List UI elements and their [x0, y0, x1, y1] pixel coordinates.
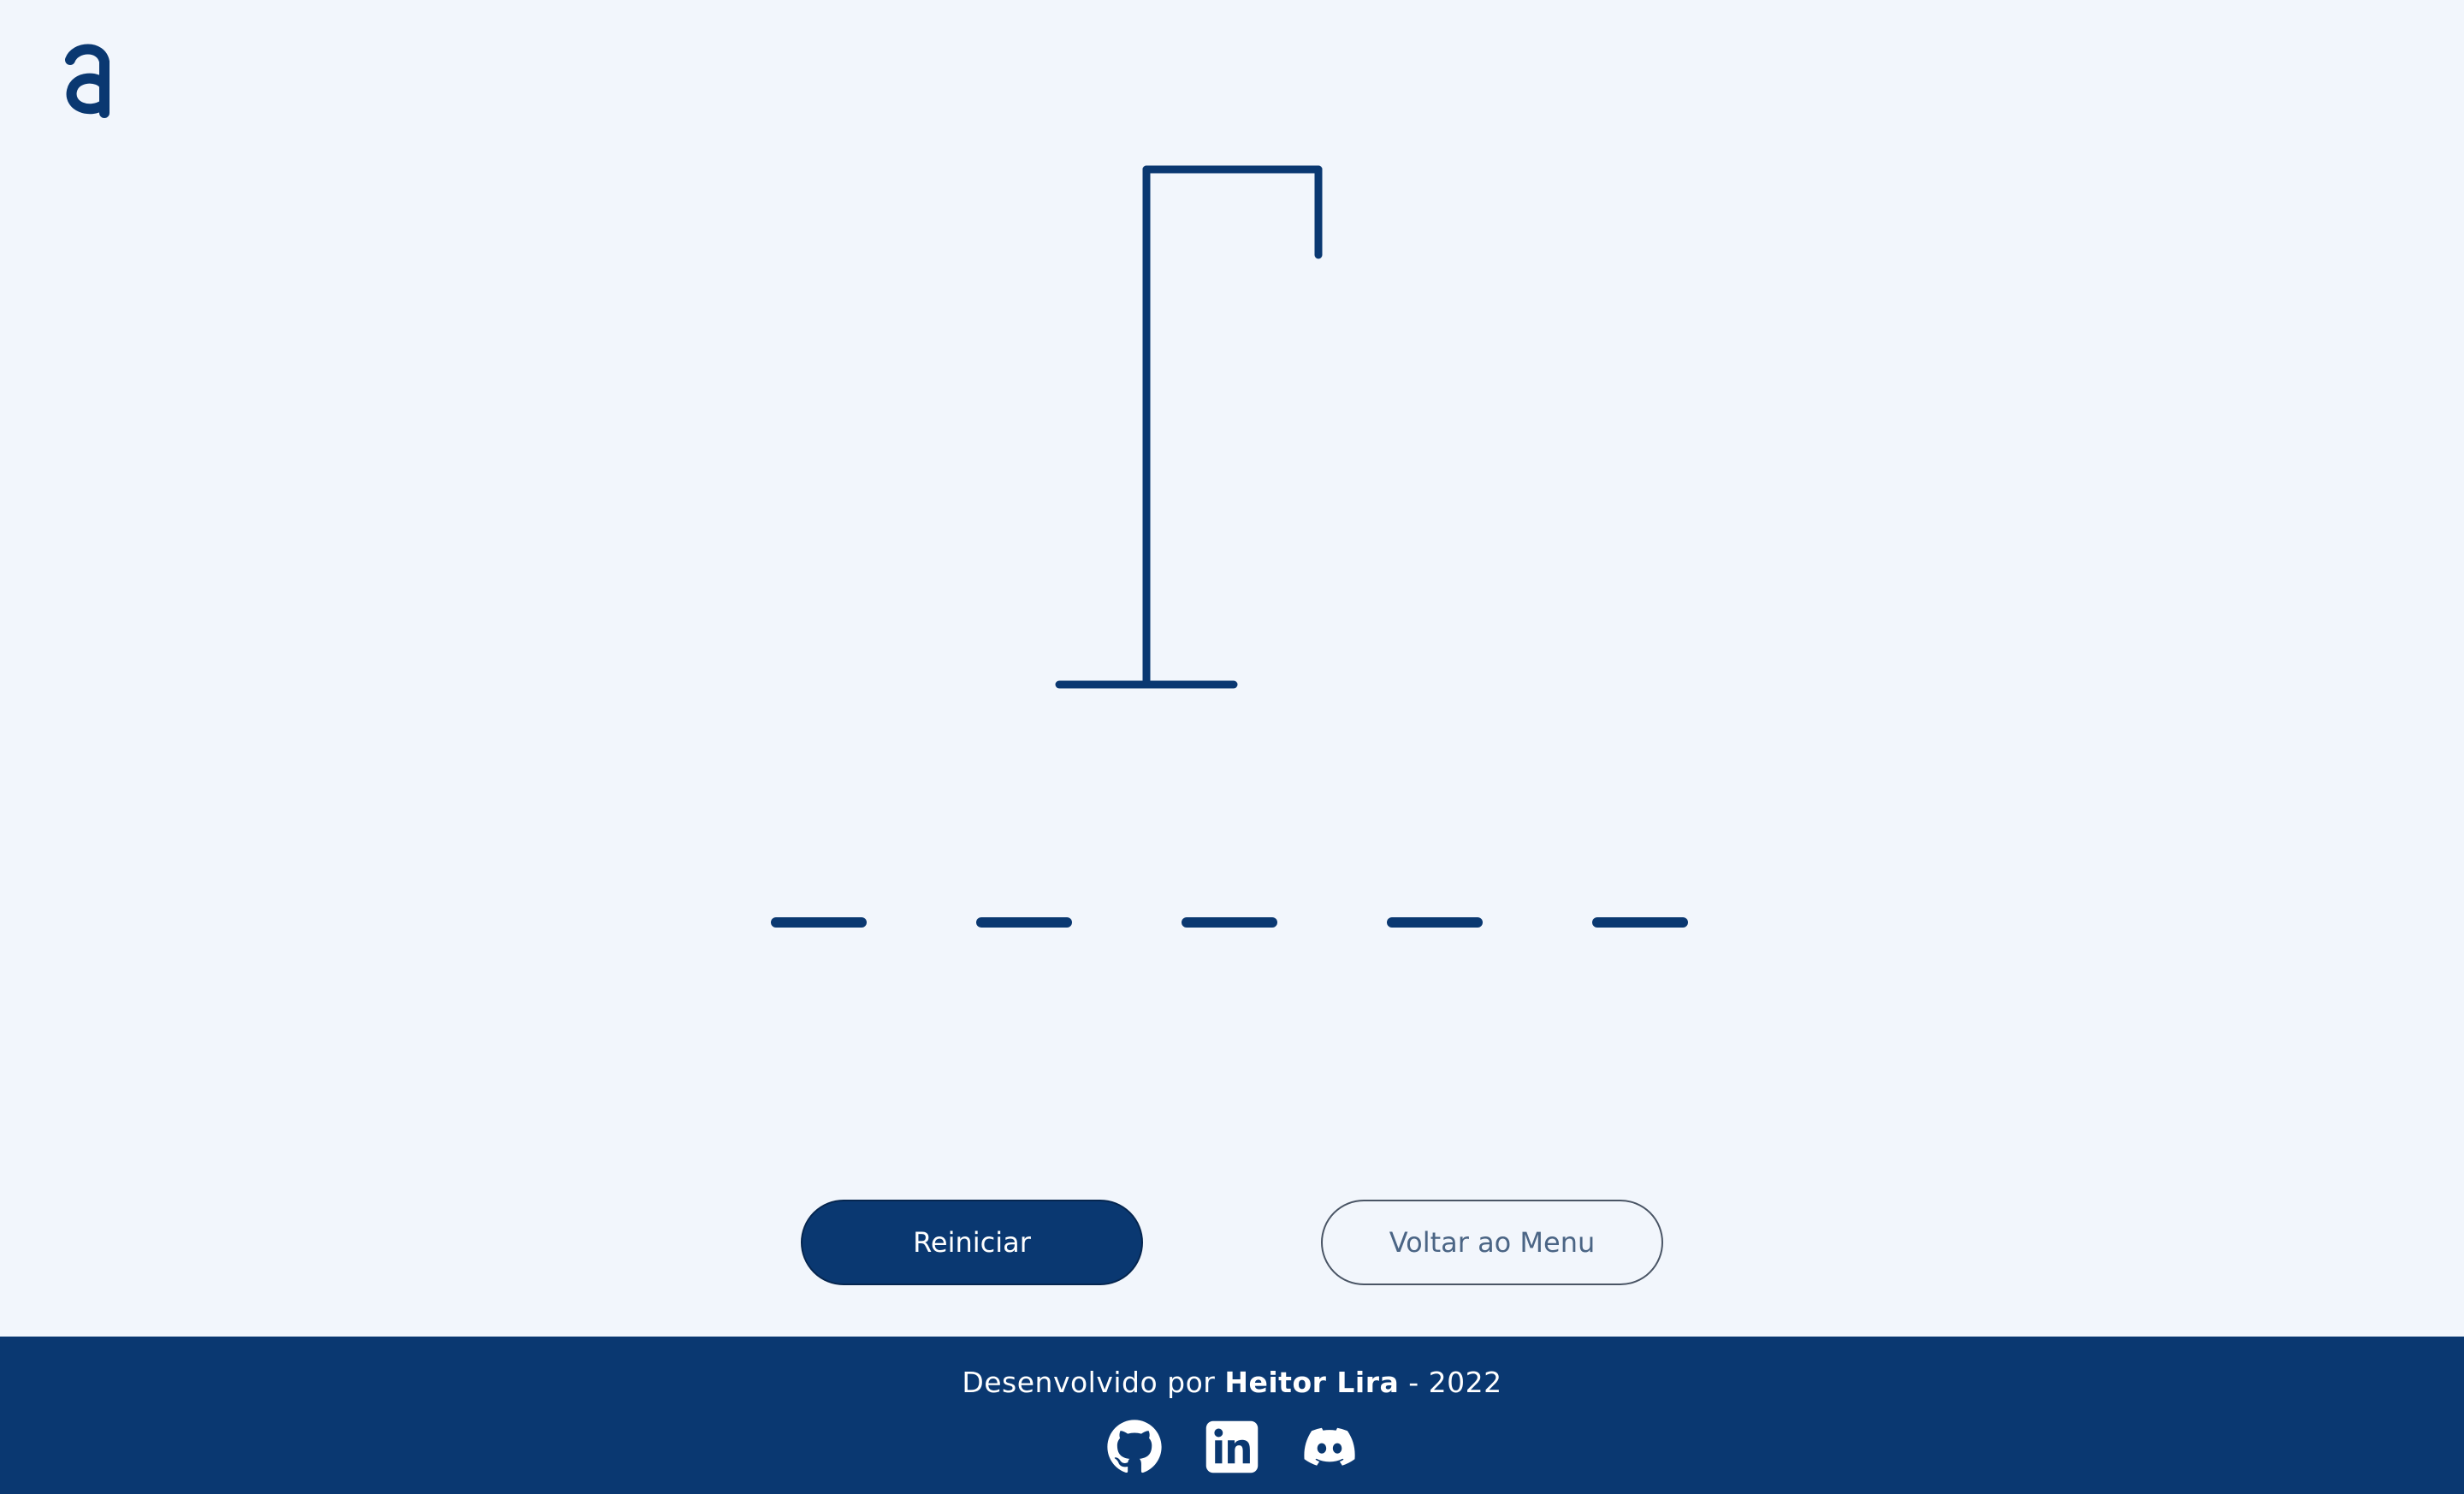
footer: Desenvolvido por Heitor Lira - 2022 — [0, 1337, 2464, 1494]
letter-slot — [1387, 917, 1483, 928]
restart-button[interactable]: Reiniciar — [801, 1200, 1143, 1285]
footer-credit: Desenvolvido por Heitor Lira - 2022 — [0, 1366, 2464, 1399]
linkedin-link[interactable] — [1204, 1419, 1260, 1475]
discord-icon — [1304, 1427, 1355, 1466]
credit-suffix: - 2022 — [1408, 1366, 1502, 1399]
word-slots — [0, 914, 2464, 934]
letter-slot — [1182, 917, 1277, 928]
gallows-drawing — [1055, 165, 1323, 689]
github-link[interactable] — [1106, 1419, 1163, 1475]
discord-link[interactable] — [1301, 1419, 1358, 1475]
letter-slot — [976, 917, 1072, 928]
letter-slot — [1592, 917, 1688, 928]
linkedin-icon — [1205, 1420, 1259, 1473]
alura-logo-icon[interactable] — [60, 41, 120, 118]
credit-prefix: Desenvolvido por — [962, 1366, 1216, 1399]
author-name[interactable]: Heitor Lira — [1224, 1366, 1399, 1399]
github-icon — [1107, 1420, 1162, 1473]
social-links — [0, 1419, 2464, 1475]
back-to-menu-button[interactable]: Voltar ao Menu — [1321, 1200, 1663, 1285]
hangman-game-page: Reiniciar Voltar ao Menu Desenvolvido po… — [0, 0, 2464, 1494]
letter-slot — [771, 917, 867, 928]
